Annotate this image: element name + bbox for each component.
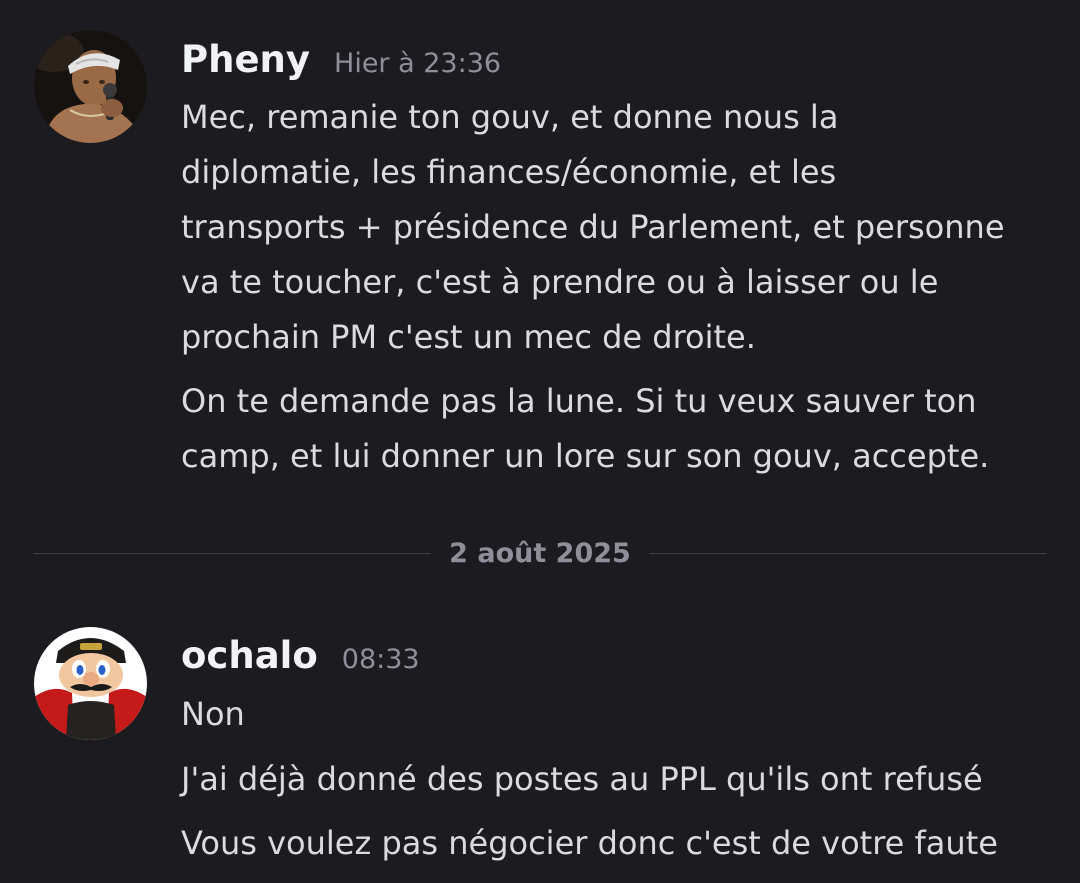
message-line: J'ai déjà donné des postes au PPL qu'ils… — [181, 760, 983, 798]
timestamp[interactable]: 08:33 — [342, 644, 420, 675]
message-line: va te toucher, c'est à prendre ou à lais… — [181, 263, 939, 301]
message-line: Vous voulez pas négocier donc c'est de v… — [181, 824, 998, 862]
message-header: ochalo 08:33 — [181, 634, 420, 684]
divider-line — [649, 553, 1046, 554]
message-line: transports + présidence du Parlement, et… — [181, 208, 1005, 246]
message-line: camp, et lui donner un lore sur son gouv… — [181, 437, 990, 475]
user-avatar[interactable] — [34, 627, 147, 740]
username[interactable]: ochalo — [181, 634, 318, 677]
mario-avatar — [34, 627, 147, 740]
message-line: Non — [181, 695, 245, 733]
tupac-avatar — [34, 30, 147, 143]
timestamp[interactable]: Hier à 23:36 — [334, 48, 501, 79]
user-avatar[interactable] — [34, 30, 147, 143]
username[interactable]: Pheny — [181, 38, 310, 81]
date-label: 2 août 2025 — [449, 538, 631, 569]
date-divider: 2 août 2025 — [34, 532, 1046, 576]
message-line: diplomatie, les finances/économie, et le… — [181, 153, 837, 191]
message-header: Pheny Hier à 23:36 — [181, 38, 501, 88]
message-line: On te demande pas la lune. Si tu veux sa… — [181, 382, 977, 420]
divider-line — [34, 553, 431, 554]
message-line: prochain PM c'est un mec de droite. — [181, 318, 756, 356]
message-line: Mec, remanie ton gouv, et donne nous la — [181, 98, 839, 136]
